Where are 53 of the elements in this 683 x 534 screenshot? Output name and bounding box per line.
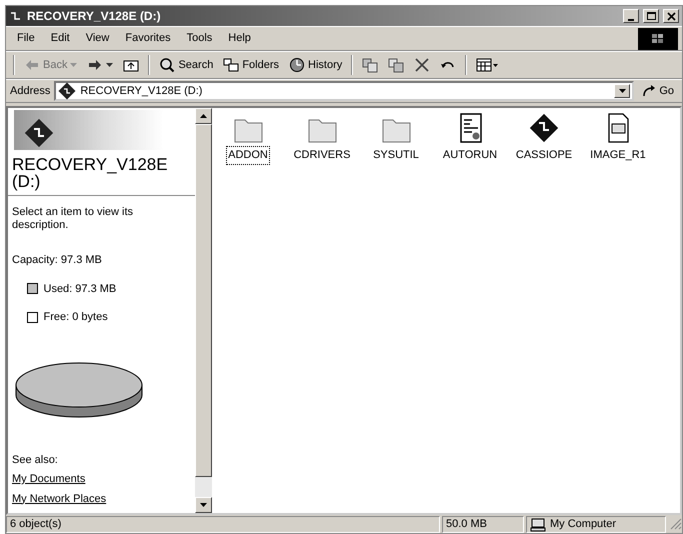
close-button[interactable] <box>663 9 679 23</box>
minimize-button[interactable] <box>623 9 639 23</box>
history-button[interactable]: History <box>285 54 346 76</box>
caret-icon <box>618 89 626 93</box>
capacity-text: Capacity: 97.3 MB <box>12 253 103 268</box>
search-button[interactable]: Search <box>155 54 218 76</box>
menu-item[interactable]: View <box>78 28 116 49</box>
file-name[interactable]: CDRIVERS <box>292 146 352 164</box>
forward-arrow-icon <box>87 57 104 73</box>
copy-to-icon <box>388 57 404 73</box>
status-size: 50.0 MB <box>442 516 524 533</box>
address-field[interactable]: RECOVERY_V128E (D:) <box>54 81 634 101</box>
menu-item[interactable]: Favorites <box>118 28 178 49</box>
move-to-icon <box>362 57 378 73</box>
computer-icon <box>530 518 546 532</box>
delete-icon <box>414 57 430 73</box>
close-icon <box>666 10 676 22</box>
folders-button[interactable]: Folders <box>219 54 284 76</box>
go-arrow-icon <box>642 84 656 98</box>
file-name[interactable]: CASSIOPE <box>514 146 574 164</box>
menu-item[interactable]: File <box>10 28 42 49</box>
dropdown-caret-icon <box>106 63 114 67</box>
search-icon <box>159 57 176 73</box>
menu-item[interactable]: Help <box>221 28 258 49</box>
menu-item[interactable]: Tools <box>180 28 220 49</box>
flag-icon <box>650 32 666 46</box>
minimize-icon <box>628 18 634 20</box>
clock-icon <box>289 57 306 73</box>
window-title: RECOVERY_V128E (D:) <box>27 8 162 25</box>
file-name[interactable]: AUTORUN <box>440 146 500 164</box>
scroll-up-icon <box>200 114 207 118</box>
scrollbar[interactable] <box>195 108 212 513</box>
file-name[interactable]: SYSUTIL <box>371 146 421 164</box>
legend-label: Used: 97.3 MB <box>44 282 116 296</box>
address-label: Address <box>10 84 50 99</box>
description-text: Select an item to view its description. <box>12 206 134 232</box>
go-button[interactable]: Go <box>638 80 678 102</box>
file-name[interactable]: ADDON <box>226 146 270 164</box>
dropdown-button[interactable] <box>614 84 630 98</box>
see-also-label: See also: <box>12 452 59 468</box>
status-text: 6 object(s) <box>6 516 440 533</box>
maximize-icon <box>646 10 656 22</box>
folder-link[interactable]: My Documents <box>12 473 86 485</box>
maximize-button[interactable] <box>643 9 659 23</box>
status-zone: My Computer <box>550 517 616 532</box>
scroll-down-icon <box>200 503 207 507</box>
dropdown-caret-icon <box>70 63 78 67</box>
legend-label: Free: 0 bytes <box>44 310 108 325</box>
folders-icon <box>223 57 240 73</box>
file-name[interactable]: IMAGE_R1 <box>588 146 648 164</box>
folder-link[interactable]: My Network Places <box>12 492 106 504</box>
menu-item[interactable]: Edit <box>44 28 77 49</box>
views-icon <box>476 57 500 73</box>
